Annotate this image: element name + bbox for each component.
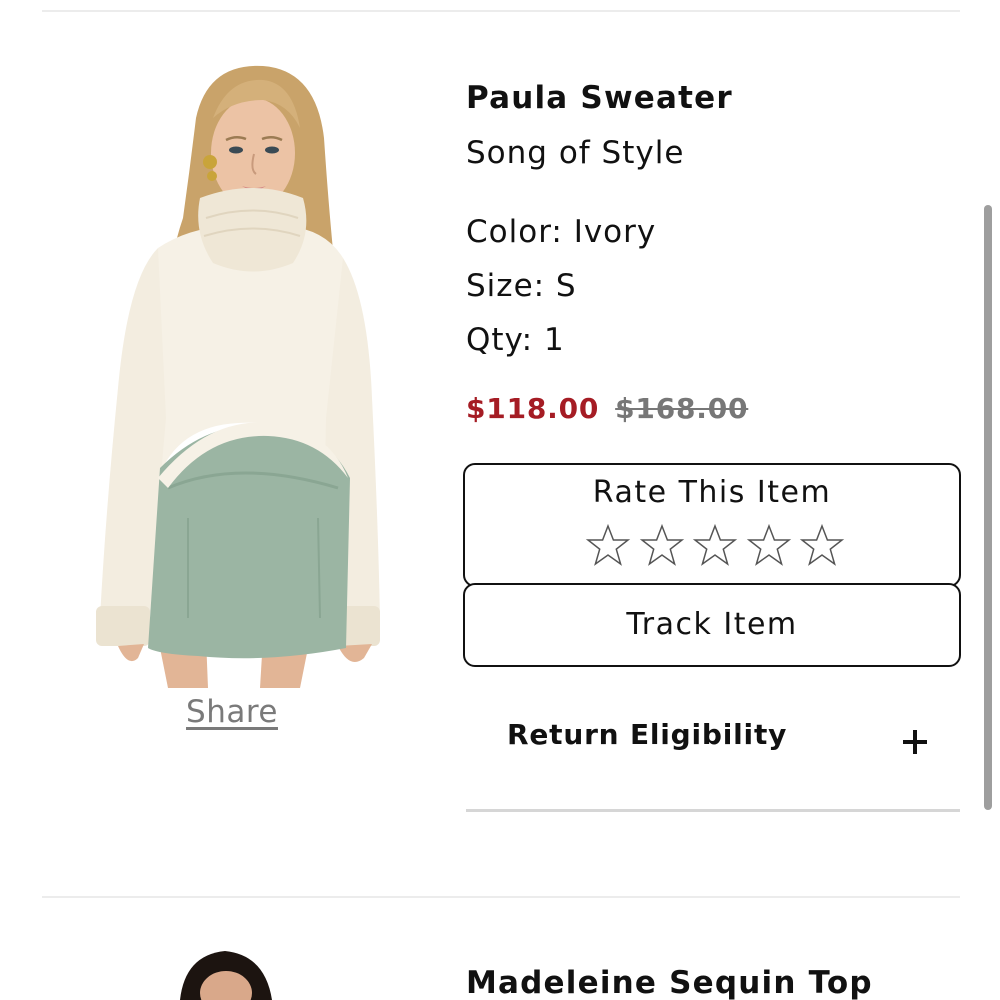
empty-star-icon[interactable] xyxy=(639,523,685,569)
item-divider xyxy=(42,896,960,898)
plus-icon[interactable] xyxy=(903,730,927,754)
sale-price: $118.00 xyxy=(466,392,600,425)
original-price: $168.00 xyxy=(615,392,749,425)
share-link[interactable]: Share xyxy=(130,694,334,730)
next-product-image[interactable] xyxy=(160,945,290,1000)
price-row: $118.00 $168.00 xyxy=(466,392,748,425)
top-divider xyxy=(42,10,960,12)
next-product-photo-illustration xyxy=(180,951,272,1000)
color-attribute: Color: Ivory xyxy=(466,214,657,250)
product-name[interactable]: Paula Sweater xyxy=(466,76,733,120)
star-rating xyxy=(585,523,845,573)
empty-star-icon[interactable] xyxy=(585,523,631,569)
next-product-name[interactable]: Madeleine Sequin Top xyxy=(466,961,873,1000)
rate-item-title: Rate This Item xyxy=(592,475,832,510)
rate-item-box: Rate This Item xyxy=(463,463,961,587)
quantity-attribute: Qty: 1 xyxy=(466,322,565,358)
size-attribute: Size: S xyxy=(466,268,577,304)
product-image[interactable] xyxy=(88,58,380,688)
empty-star-icon[interactable] xyxy=(746,523,792,569)
return-eligibility-label: Return Eligibility xyxy=(507,718,788,751)
track-item-button[interactable]: Track Item xyxy=(463,583,961,667)
empty-star-icon[interactable] xyxy=(799,523,845,569)
return-eligibility-toggle[interactable]: Return Eligibility xyxy=(466,700,960,812)
brand-name[interactable]: Song of Style xyxy=(466,131,733,175)
empty-star-icon[interactable] xyxy=(692,523,738,569)
scrollbar[interactable] xyxy=(984,205,992,810)
product-photo-illustration xyxy=(96,65,380,688)
product-details: Paula Sweater Song of Style xyxy=(466,76,733,175)
